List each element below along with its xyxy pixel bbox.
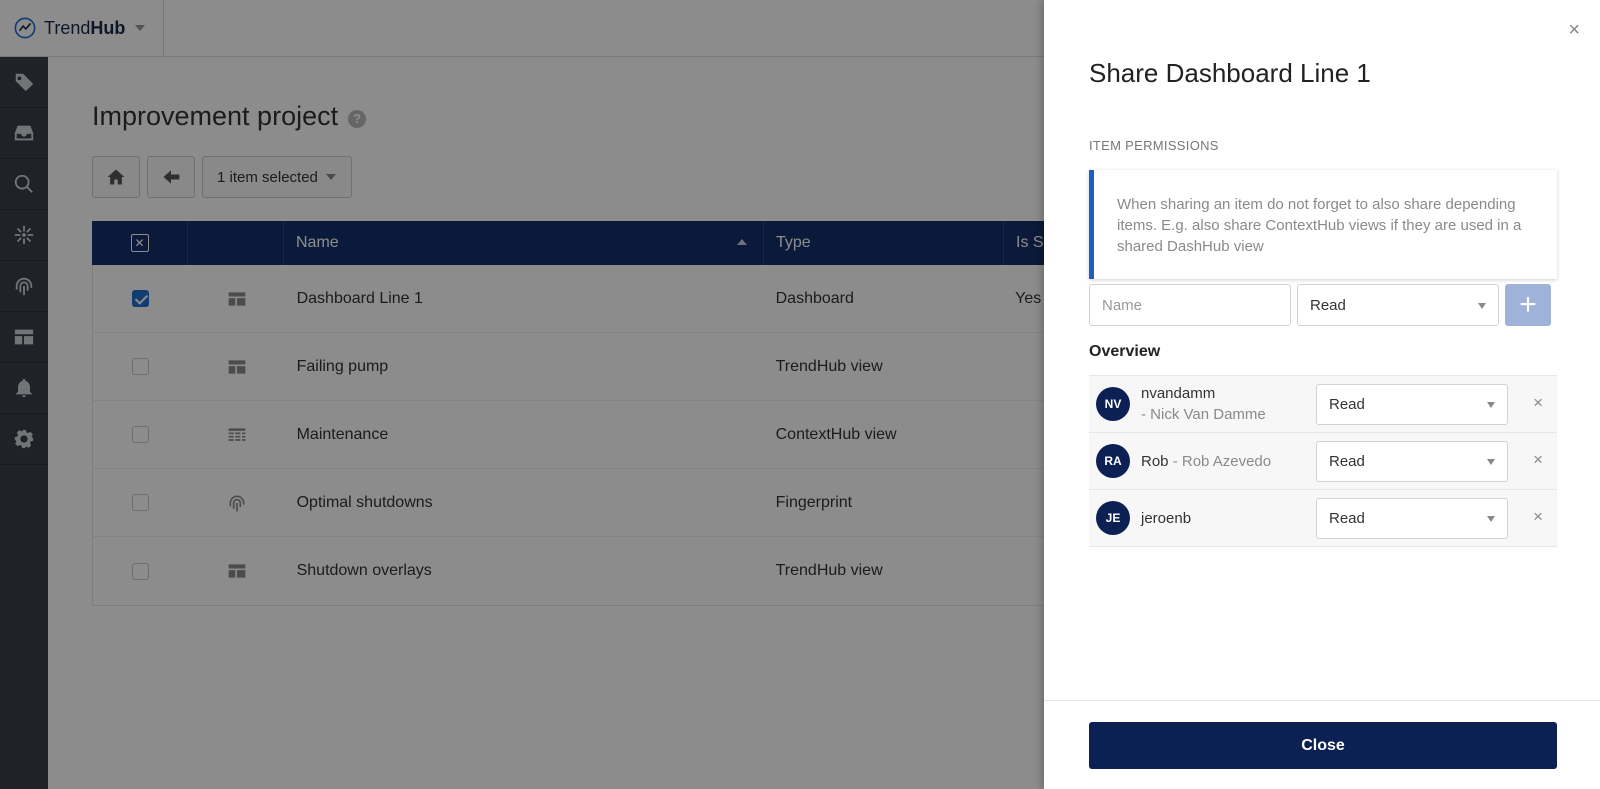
info-notice: When sharing an item do not forget to al… [1089,170,1557,279]
user-name: nvandamm - Nick Van Damme [1141,385,1266,423]
remove-user-icon[interactable]: × [1533,451,1543,468]
list-item: JE jeroenb Read × [1089,490,1557,547]
remove-user-icon[interactable]: × [1533,394,1543,411]
panel-title: Share Dashboard Line 1 [1089,58,1371,88]
section-label: ITEM PERMISSIONS [1089,138,1219,153]
avatar: RA [1096,444,1130,478]
close-icon[interactable]: × [1568,20,1580,40]
user-permission-select[interactable]: Read [1316,384,1508,425]
chevron-down-icon [1487,516,1495,522]
avatar: JE [1096,501,1130,535]
footer-divider [1044,700,1600,701]
avatar: NV [1096,387,1130,421]
add-permission-row: Read + [1089,284,1551,326]
user-permission-select[interactable]: Read [1316,441,1508,482]
chevron-down-icon [1487,459,1495,465]
overview-label: Overview [1089,343,1161,360]
user-permission-list: NV nvandamm - Nick Van Damme Read × RA R… [1089,375,1557,547]
permission-select[interactable]: Read [1297,284,1499,326]
name-input[interactable] [1089,284,1291,326]
chevron-down-icon [1478,303,1486,309]
modal-backdrop[interactable] [0,0,1044,789]
permission-value: Read [1310,296,1346,314]
chevron-down-icon [1487,402,1495,408]
remove-user-icon[interactable]: × [1533,508,1543,525]
user-name: jeroenb [1141,509,1192,527]
plus-icon: + [1519,288,1537,321]
list-item: RA Rob - Rob Azevedo Read × [1089,433,1557,490]
add-permission-button[interactable]: + [1505,284,1551,326]
user-name: Rob - Rob Azevedo [1141,452,1272,470]
user-permission-select[interactable]: Read [1316,498,1508,539]
list-item: NV nvandamm - Nick Van Damme Read × [1089,376,1557,433]
close-button[interactable]: Close [1089,722,1557,769]
share-panel: × Share Dashboard Line 1 ITEM PERMISSION… [1044,0,1600,789]
